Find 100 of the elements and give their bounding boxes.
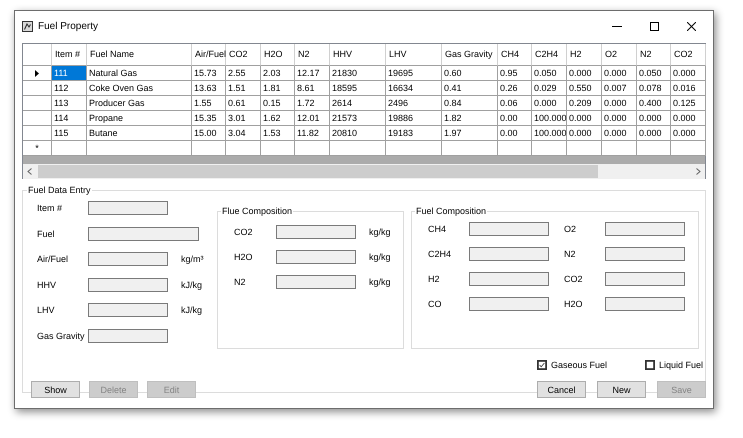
input-field[interactable] (605, 297, 685, 311)
table-cell: 115 (52, 126, 87, 141)
table-cell: 11.82 (295, 126, 330, 141)
input-field[interactable] (88, 226, 199, 240)
action-button[interactable]: New (597, 381, 646, 398)
table-cell: 2.55 (226, 66, 261, 81)
maximize-icon[interactable] (650, 22, 659, 30)
table-cell: 2.03 (261, 66, 295, 81)
table-cell: 0.000 (671, 111, 706, 126)
table-cell: 0.60 (442, 66, 498, 81)
field-label: N2 (564, 249, 577, 259)
checkbox-label[interactable]: Gaseous Fuel (551, 360, 608, 370)
input-field[interactable] (605, 247, 685, 261)
table-cell: 16634 (386, 81, 442, 96)
input-field[interactable] (469, 247, 549, 261)
table-cell: 0.050 (532, 66, 567, 81)
input-field[interactable] (88, 328, 168, 342)
column-header[interactable]: O2 (602, 44, 637, 66)
scroll-right-icon[interactable] (696, 168, 701, 175)
table-cell: 21573 (330, 111, 386, 126)
field-label: Fuel (37, 228, 56, 238)
checkbox[interactable] (645, 360, 655, 370)
field-label: C2H4 (428, 249, 452, 259)
input-field[interactable] (276, 225, 356, 239)
field-label: CO (428, 299, 442, 309)
table-cell: 3.04 (226, 126, 261, 141)
field-label: Gas Gravity (37, 330, 86, 340)
table-cell: 1.51 (226, 81, 261, 96)
table-cell: 1.55 (192, 96, 226, 111)
table-cell: 21830 (330, 66, 386, 81)
scroll-left-icon[interactable] (27, 168, 32, 175)
table-cell: 0.000 (671, 66, 706, 81)
checkbox[interactable] (537, 360, 547, 370)
table-cell: 3.01 (226, 111, 261, 126)
input-field[interactable] (605, 272, 685, 286)
input-field[interactable] (469, 297, 549, 311)
field-label: H2O (564, 299, 584, 309)
table-cell: 0.84 (442, 96, 498, 111)
table-cell: 113 (52, 96, 87, 111)
table-cell: 1.82 (442, 111, 498, 126)
column-header[interactable]: LHV (386, 44, 442, 66)
table-cell: 12.17 (295, 66, 330, 81)
table-cell: 0.000 (567, 111, 602, 126)
unit-label: kJ/kg (180, 305, 204, 315)
group-title: Flue Composition (221, 206, 294, 216)
table-cell: 0.000 (637, 126, 671, 141)
table-cell: 111 (52, 66, 87, 81)
column-header[interactable]: CO2 (226, 44, 261, 66)
table-cell: 0.61 (226, 96, 261, 111)
unit-label: kg/kg (368, 252, 392, 262)
table-cell: 0.016 (671, 81, 706, 96)
column-header[interactable]: N2 (637, 44, 671, 66)
table-cell: 0.95 (498, 66, 532, 81)
input-field[interactable] (88, 303, 168, 317)
column-header[interactable]: C2H4 (532, 44, 567, 66)
table-cell: 1.97 (442, 126, 498, 141)
input-field[interactable] (88, 201, 168, 215)
table-cell: 0.000 (671, 126, 706, 141)
input-field[interactable] (88, 252, 168, 266)
input-field[interactable] (276, 250, 356, 264)
table-cell: 1.62 (261, 111, 295, 126)
input-field[interactable] (605, 222, 685, 236)
column-header[interactable]: CH4 (498, 44, 532, 66)
table-cell: 0.00 (498, 111, 532, 126)
table-cell: 0.400 (637, 96, 671, 111)
column-header[interactable]: CO2 (671, 44, 706, 66)
column-header[interactable]: Air/Fuel (192, 44, 226, 66)
input-field[interactable] (276, 275, 356, 289)
horizontal-scrollbar[interactable] (23, 164, 705, 179)
field-label: O2 (564, 224, 578, 234)
table-cell: 112 (52, 81, 87, 96)
column-header[interactable]: H2 (567, 44, 602, 66)
action-button[interactable]: Cancel (537, 381, 586, 398)
table-cell: 0.078 (637, 81, 671, 96)
table-cell: 2614 (330, 96, 386, 111)
close-icon[interactable] (687, 22, 696, 30)
table-cell: 0.000 (637, 111, 671, 126)
column-header[interactable]: HHV (330, 44, 386, 66)
table-cell: 0.000 (602, 126, 637, 141)
table-cell: Propane (87, 111, 192, 126)
input-field[interactable] (88, 278, 168, 292)
scrollbar-thumb[interactable] (38, 165, 598, 178)
column-header[interactable]: N2 (295, 44, 330, 66)
checkbox-label[interactable]: Liquid Fuel (659, 360, 704, 370)
group-title: Fuel Data Entry (27, 185, 92, 195)
table-cell: 0.550 (567, 81, 602, 96)
table-cell: 0.209 (567, 96, 602, 111)
column-header[interactable]: Gas Gravity (442, 44, 498, 66)
field-label: Air/Fuel (37, 254, 70, 264)
column-header[interactable]: Fuel Name (87, 44, 192, 66)
table-cell: 13.63 (192, 81, 226, 96)
input-field[interactable] (469, 222, 549, 236)
table-cell: Coke Oven Gas (87, 81, 192, 96)
table-cell: 0.000 (532, 96, 567, 111)
field-label: H2 (428, 274, 441, 284)
action-button[interactable]: Show (31, 381, 80, 398)
table-cell: 1.72 (295, 96, 330, 111)
table-cell: 15.73 (192, 66, 226, 81)
column-header[interactable]: H2O (261, 44, 295, 66)
input-field[interactable] (469, 272, 549, 286)
